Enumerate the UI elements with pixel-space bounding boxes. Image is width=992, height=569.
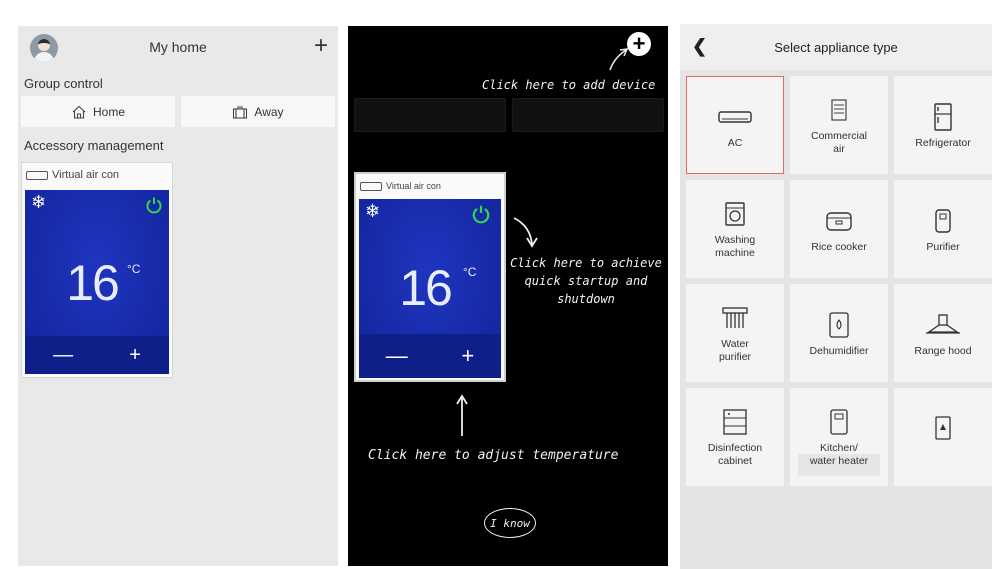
suitcase-icon bbox=[233, 105, 248, 119]
water-purifier-icon bbox=[717, 302, 753, 334]
home-icon bbox=[72, 105, 86, 119]
appliance-title: Select appliance type bbox=[774, 40, 898, 55]
appliance-label: Refrigerator bbox=[915, 136, 971, 149]
appliance-label: Commercial air bbox=[810, 130, 867, 155]
group-control-label: Group control bbox=[24, 76, 103, 91]
snowflake-icon: ❄ bbox=[31, 192, 47, 212]
appliance-label: Rice cooker bbox=[811, 240, 867, 253]
arrow-to-add bbox=[609, 49, 627, 71]
rice-cooker-icon bbox=[821, 205, 857, 237]
appliance-label: Kitchen/ water heater bbox=[809, 442, 869, 467]
group-control-buttons: Home Away bbox=[21, 96, 335, 127]
device-card-header: Virtual air con bbox=[22, 163, 172, 187]
temperature-unit: °C bbox=[127, 262, 141, 276]
highlighted-temperature-unit: °C bbox=[463, 265, 477, 279]
appliance-label: Disinfection cabinet bbox=[707, 442, 763, 467]
appliance-tile-purifier[interactable]: Purifier bbox=[894, 180, 992, 278]
highlighted-card-header: Virtual air con bbox=[356, 174, 504, 198]
appliance-header: ❮ Select appliance type bbox=[680, 24, 992, 70]
appliance-label: Purifier bbox=[926, 240, 960, 253]
away-mode-label: Away bbox=[254, 104, 284, 119]
water-heater-icon bbox=[821, 406, 857, 438]
power-icon[interactable] bbox=[471, 204, 491, 224]
ac-icon bbox=[26, 170, 48, 180]
highlighted-device-name: Virtual air con bbox=[386, 181, 441, 191]
purifier-icon bbox=[925, 205, 961, 237]
appliance-tile-rice-cooker[interactable]: Rice cooker bbox=[790, 180, 888, 278]
tutorial-overlay: + Click here to add device Virtual air c… bbox=[348, 26, 668, 566]
home-mode-button[interactable]: Home bbox=[21, 96, 175, 127]
appliance-tile-range-hood[interactable]: Range hood bbox=[894, 284, 992, 382]
device-icon bbox=[925, 412, 961, 444]
appliance-tile-ac[interactable]: AC bbox=[686, 76, 784, 174]
away-mode-button[interactable]: Away bbox=[181, 96, 335, 127]
appliance-label: Washing machine bbox=[714, 234, 756, 259]
appliance-tile-water-heater[interactable]: Kitchen/ water heater bbox=[790, 388, 888, 486]
home-header: My home + bbox=[18, 26, 338, 70]
temperature-hint: Click here to adjust temperature bbox=[368, 448, 619, 463]
appliance-tile-dehumidifier[interactable]: Dehumidifier bbox=[790, 284, 888, 382]
ac-icon bbox=[717, 101, 753, 133]
appliance-label: Water purifier bbox=[718, 338, 752, 363]
temperature-controls: — + bbox=[25, 336, 169, 374]
decrease-temp-button[interactable]: — bbox=[53, 344, 73, 367]
appliance-tile-refrigerator[interactable]: Refrigerator bbox=[894, 76, 992, 174]
home-panel: My home + Group control Home Away Access… bbox=[18, 26, 338, 566]
power-icon[interactable] bbox=[145, 196, 163, 214]
appliance-label: Dehumidifier bbox=[809, 344, 869, 357]
washing-machine-icon bbox=[717, 198, 753, 230]
increase-temp-button[interactable]: + bbox=[461, 343, 474, 369]
i-know-button[interactable]: I know bbox=[484, 508, 536, 538]
appliance-grid: AC Commercial air Refrigerator Washing m… bbox=[686, 76, 992, 486]
device-card[interactable]: Virtual air con ❄ 16 °C — + bbox=[21, 162, 173, 378]
appliance-tile-other[interactable] bbox=[894, 388, 992, 486]
dehumidifier-icon bbox=[821, 309, 857, 341]
disinfection-cabinet-icon bbox=[717, 406, 753, 438]
refrigerator-icon bbox=[925, 101, 961, 133]
range-hood-icon bbox=[925, 309, 961, 341]
decrease-temp-button[interactable]: — bbox=[386, 343, 408, 369]
device-name: Virtual air con bbox=[52, 169, 120, 181]
appliance-label: AC bbox=[727, 136, 743, 149]
add-device-button[interactable]: + bbox=[314, 32, 328, 60]
appliance-label: Range hood bbox=[914, 344, 972, 357]
accessory-management-label: Accessory management bbox=[24, 138, 164, 153]
highlighted-device-display: ❄ 16 °C — + bbox=[359, 199, 501, 378]
appliance-tile-washing-machine[interactable]: Washing machine bbox=[686, 180, 784, 278]
appliance-tile-water-purifier[interactable]: Water purifier bbox=[686, 284, 784, 382]
page-title: My home bbox=[149, 39, 207, 55]
device-display: ❄ 16 °C — + bbox=[25, 190, 169, 374]
increase-temp-button[interactable]: + bbox=[129, 344, 141, 367]
appliance-tile-commercial-air[interactable]: Commercial air bbox=[790, 76, 888, 174]
ac-icon bbox=[360, 181, 382, 191]
home-mode-label: Home bbox=[92, 104, 125, 119]
startup-hint: Click here to achieve quick startup and … bbox=[510, 256, 662, 306]
appliance-type-panel: ❮ Select appliance type AC Commercial ai… bbox=[680, 24, 992, 569]
commercial-air-icon bbox=[821, 94, 857, 126]
highlighted-temperature-value: 16 bbox=[399, 260, 453, 316]
highlighted-device-card[interactable]: Virtual air con ❄ 16 °C — + bbox=[354, 172, 506, 382]
highlighted-temperature-controls: — + bbox=[359, 334, 501, 378]
snowflake-icon: ❄ bbox=[365, 201, 381, 221]
temperature-value: 16 bbox=[66, 255, 120, 311]
appliance-tile-disinfection-cabinet[interactable]: Disinfection cabinet bbox=[686, 388, 784, 486]
screenshot-frame: My home + Group control Home Away Access… bbox=[0, 0, 992, 569]
